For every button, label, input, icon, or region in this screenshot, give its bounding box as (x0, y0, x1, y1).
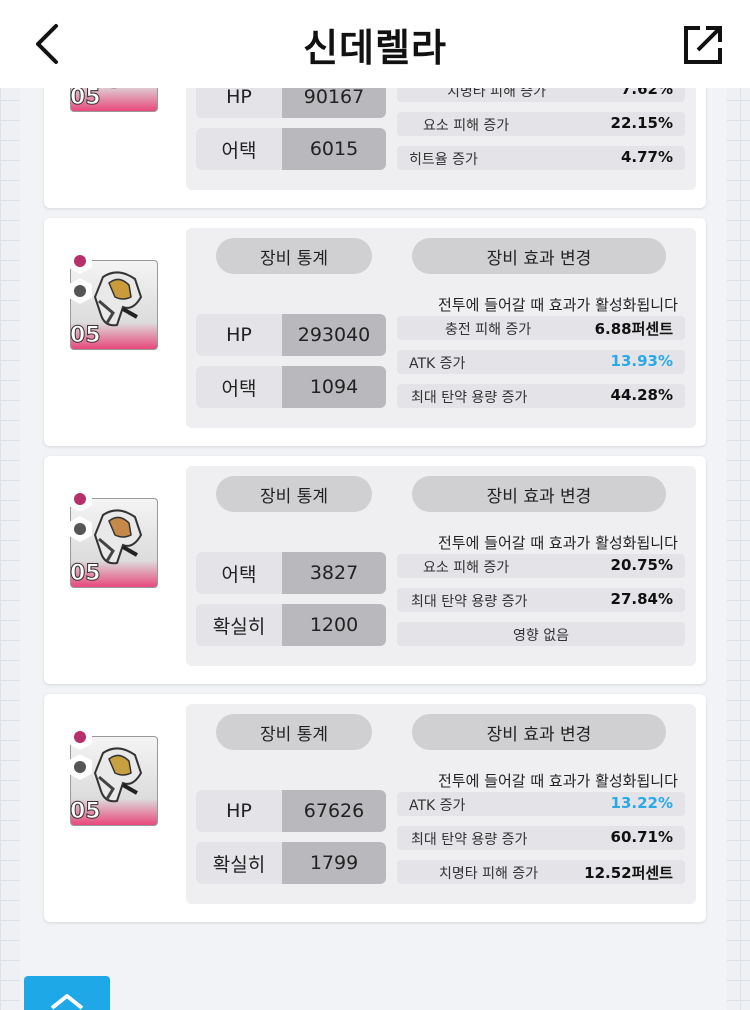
effect-row: 요소 피해 증가 22.15% (397, 112, 685, 136)
stat-label: 확실히 (196, 842, 282, 884)
effect-value: 22.15% (610, 114, 673, 132)
effect-value: 12.52퍼센트 (584, 864, 673, 882)
equipment-stats-button[interactable]: 장비 통계 (216, 714, 372, 750)
effect-value: 6.88퍼센트 (594, 320, 673, 338)
effect-row: 히트율 증가 4.77% (397, 146, 685, 170)
stat-value: 1094 (282, 366, 386, 408)
stat-row: 어택 3827 (196, 552, 386, 594)
effect-value: 4.77% (620, 148, 673, 166)
item-level: 05 (70, 323, 102, 349)
stat-row: HP 67626 (196, 790, 386, 832)
equipment-detail-panel: 장비 통계 장비 효과 변경전투에 들어갈 때 효과가 활성화됩니다 HP 29304… (186, 228, 696, 428)
change-equipment-effect-button[interactable]: 장비 효과 변경 (412, 714, 666, 750)
effect-row: 충전 피해 증가 6.88퍼센트 (397, 316, 685, 340)
stat-value: 293040 (282, 314, 386, 356)
stat-value: 6015 (282, 128, 386, 170)
equipment-card: 05 장비 통계 장비 효과 변경전투에 들어갈 때 효과가 활성화됩니다 HP 676… (44, 694, 706, 922)
effect-name: 최대 탄약 용량 증가 (411, 390, 528, 406)
item-level: 05 (70, 85, 102, 111)
stat-label: HP (196, 314, 282, 356)
item-level: 05 (70, 561, 102, 587)
app-header: 신데렐라 (0, 0, 750, 88)
effect-value: 20.75% (610, 556, 673, 574)
scroll-to-top-button[interactable] (24, 976, 110, 1010)
effect-value: 44.28% (610, 386, 673, 404)
stat-value: 3827 (282, 552, 386, 594)
stat-row: 확실히 1799 (196, 842, 386, 884)
equipment-card: 05 장비 통계 장비 효과 변경전투에 들어갈 때 효과가 활성화됩니다어택 382… (44, 456, 706, 684)
item-level: 05 (70, 799, 102, 825)
effect-value: 27.84% (610, 590, 673, 608)
effect-name: 최대 탄약 용량 증가 (411, 832, 528, 848)
stat-row: 어택 1094 (196, 366, 386, 408)
equipment-stats-button[interactable]: 장비 통계 (216, 476, 372, 512)
page-title: 신데렐라 (303, 25, 447, 70)
equipment-detail-panel: 장비 통계 장비 효과 변경전투에 들어갈 때 효과가 활성화됩니다 HP 67626… (186, 704, 696, 904)
effect-name: 요소 피해 증가 (423, 118, 510, 134)
back-chevron-icon[interactable] (28, 22, 72, 66)
effect-name: 치명타 피해 증가 (439, 866, 539, 882)
chevron-up-icon (50, 994, 84, 1010)
stat-value: 1799 (282, 842, 386, 884)
effect-value: 13.22% (610, 794, 673, 812)
effect-name: 요소 피해 증가 (423, 560, 510, 576)
equipment-detail-panel: 장비 통계 장비 효과 변경 전투에 들어갈 때 효과가 활성화됩니다 어택 3827 확… (186, 466, 696, 666)
stat-label: 확실히 (196, 604, 282, 646)
effect-activation-note: 전투에 들어갈 때 효과가 활성화됩니다 (438, 772, 678, 790)
effect-value: 60.71% (610, 828, 673, 846)
stat-label: 어택 (196, 552, 282, 594)
effect-activation-note: 전투에 들어갈 때 효과가 활성화됩니다 (438, 296, 678, 314)
stat-value: 67626 (282, 790, 386, 832)
stat-row: 어택 6015 (196, 128, 386, 170)
effect-value: 13.93% (610, 352, 673, 370)
effect-activation-note: 전투에 들어갈 때 효과가 활성화됩니다 (438, 534, 678, 552)
effect-row: 최대 탄약 용량 증가 27.84% (397, 588, 685, 612)
effect-row: ATK 증가 13.22% (397, 792, 685, 816)
change-equipment-effect-button[interactable]: 장비 효과 변경 (412, 238, 666, 274)
share-external-icon[interactable] (682, 24, 724, 66)
equipment-stats-button[interactable]: 장비 통계 (216, 238, 372, 274)
effect-name: 충전 피해 증가 (445, 322, 532, 338)
effect-name: 영향 없음 (513, 628, 569, 644)
effect-row: ATK 증가 13.93% (397, 350, 685, 374)
effect-row: 최대 탄약 용량 증가 44.28% (397, 384, 685, 408)
effect-row: 최대 탄약 용량 증가 60.71% (397, 826, 685, 850)
stat-label: HP (196, 790, 282, 832)
stat-label: 어택 (196, 366, 282, 408)
effect-name: 최대 탄약 용량 증가 (411, 594, 528, 610)
stat-row: HP 293040 (196, 314, 386, 356)
effect-row: 요소 피해 증가 20.75% (397, 554, 685, 578)
effect-row: 영향 없음 (397, 622, 685, 646)
stat-row: 확실히 1200 (196, 604, 386, 646)
effect-name: ATK 증가 (409, 798, 466, 814)
change-equipment-effect-button[interactable]: 장비 효과 변경 (412, 476, 666, 512)
equipment-card: 05 장비 통계 장비 효과 변경전투에 들어갈 때 효과가 활성화됩니다 HP 293… (44, 218, 706, 446)
effect-name: ATK 증가 (409, 356, 466, 372)
effect-row: 치명타 피해 증가 12.52퍼센트 (397, 860, 685, 884)
effect-name: 히트율 증가 (409, 152, 478, 168)
stat-label: 어택 (196, 128, 282, 170)
stat-value: 1200 (282, 604, 386, 646)
